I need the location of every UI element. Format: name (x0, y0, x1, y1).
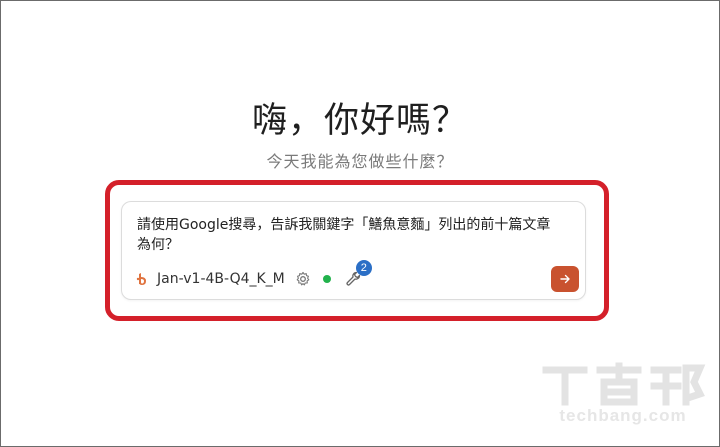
greeting-title: 嗨，你好嗎？ (251, 101, 468, 141)
input-toolbar: Jan-v1-4B-Q4_K_M 2 (135, 260, 372, 289)
gear-icon[interactable] (295, 271, 311, 287)
tools-count-badge: 2 (355, 260, 372, 276)
model-logo-icon (135, 271, 151, 287)
techbang-watermark: techbang.com (538, 362, 708, 428)
tools-button[interactable]: 2 (345, 260, 372, 288)
arrow-right-icon (560, 274, 570, 284)
send-button[interactable] (551, 266, 579, 292)
chat-input[interactable]: 請使用Google搜尋，告訴我關鍵字「鱔魚意麵」列出的前十篇文章為何？ (137, 215, 557, 255)
chat-input-card: 請使用Google搜尋，告訴我關鍵字「鱔魚意麵」列出的前十篇文章為何？ Jan-… (121, 201, 586, 300)
watermark-text: techbang.com (559, 406, 687, 425)
greeting-subtitle: 今天我能為您做些什麼？ (266, 152, 454, 171)
techbang-logo-icon (542, 362, 706, 406)
status-indicator-dot (322, 275, 331, 283)
model-selector[interactable]: Jan-v1-4B-Q4_K_M (157, 271, 285, 287)
